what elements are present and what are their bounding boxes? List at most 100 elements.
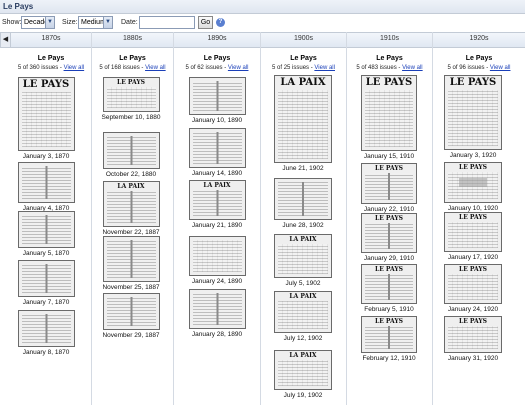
- issue-thumbnail[interactable]: [188, 289, 246, 329]
- issue-thumbnail[interactable]: LA PAIX: [274, 234, 332, 278]
- show-select[interactable]: Decade ▼: [21, 16, 55, 29]
- issue-thumbnail[interactable]: LA PAIX: [274, 291, 332, 333]
- issue-date-link[interactable]: January 14, 1890: [175, 170, 259, 177]
- page-text-lines: [278, 360, 328, 386]
- masthead-text: LA PAIX: [117, 183, 145, 190]
- masthead-text: LE PAYS: [375, 215, 403, 222]
- issue-date-link[interactable]: January 22, 1910: [347, 206, 431, 213]
- issue-count: 5 of 360 issues - View all: [11, 65, 91, 71]
- masthead-text: LA PAIX: [289, 236, 317, 243]
- issue-thumbnail[interactable]: [17, 310, 75, 347]
- issue-count-text: 5 of 483 issues -: [356, 65, 403, 71]
- view-all-link[interactable]: View all: [314, 65, 335, 71]
- issue-thumbnail[interactable]: LE PAYS: [361, 264, 417, 304]
- issue-thumbnail[interactable]: LE PAYS: [361, 163, 417, 204]
- issue-date-link[interactable]: January 7, 1870: [4, 299, 88, 306]
- issue-date-link[interactable]: June 28, 1902: [261, 222, 345, 229]
- issue-thumbnail[interactable]: [188, 236, 246, 276]
- issue-thumbnail[interactable]: [17, 211, 75, 248]
- page-text-lines: [278, 182, 328, 216]
- issue-thumbnail[interactable]: LE PAYS: [444, 212, 502, 252]
- masthead-text: LE PAYS: [459, 214, 487, 221]
- issue-thumbnail[interactable]: LE PAYS: [444, 162, 502, 203]
- issue-date-link[interactable]: July 5, 1902: [261, 280, 345, 287]
- left-arrow-icon[interactable]: ◀: [0, 32, 11, 48]
- issue-count-text: 5 of 96 issues -: [447, 65, 490, 71]
- issue-date-link[interactable]: February 12, 1910: [347, 355, 431, 362]
- masthead-text: LE PAYS: [375, 266, 403, 273]
- issue-thumbnail[interactable]: LE PAYS: [444, 75, 502, 150]
- issue-thumbnail[interactable]: LE PAYS: [361, 316, 417, 353]
- issue-date-link[interactable]: January 10, 1890: [175, 117, 259, 124]
- issue-date-link[interactable]: October 22, 1880: [89, 171, 173, 178]
- issue-date-link[interactable]: January 28, 1890: [175, 331, 259, 338]
- chevron-down-icon: ▼: [103, 17, 112, 28]
- page-text-lines: [365, 223, 413, 249]
- issue-date-link[interactable]: September 10, 1880: [89, 114, 173, 121]
- title-bar: Le Pays: [0, 0, 525, 14]
- page-text-lines: [192, 240, 242, 272]
- issue-date-link[interactable]: February 5, 1910: [347, 306, 431, 313]
- issue-thumbnail[interactable]: LA PAIX: [102, 181, 160, 227]
- issue-count: 5 of 25 issues - View all: [261, 65, 346, 71]
- issue-date-link[interactable]: January 24, 1920: [431, 306, 515, 313]
- issue-thumbnail[interactable]: LA PAIX: [274, 75, 332, 163]
- issue-thumbnail[interactable]: [102, 236, 160, 282]
- issue-thumbnail[interactable]: [102, 132, 160, 169]
- issue-thumbnail[interactable]: [274, 178, 332, 220]
- view-all-link[interactable]: View all: [64, 65, 85, 71]
- issue-thumbnail[interactable]: LE PAYS: [361, 213, 417, 253]
- decade-header: 1920s: [469, 35, 489, 42]
- issue-thumbnail[interactable]: LE PAYS: [444, 316, 502, 353]
- view-all-link[interactable]: View all: [402, 65, 423, 71]
- issue-date-link[interactable]: November 29, 1887: [89, 332, 173, 339]
- issue-thumbnail[interactable]: LA PAIX: [188, 180, 246, 220]
- issue-thumbnail[interactable]: LE PAYS: [444, 264, 502, 304]
- issue-date-link[interactable]: November 22, 1887: [89, 229, 173, 236]
- masthead-text: LE PAYS: [459, 266, 487, 273]
- go-button[interactable]: Go: [198, 16, 213, 29]
- decade-header: 1910s: [379, 35, 400, 42]
- issue-date-link[interactable]: January 21, 1890: [175, 222, 259, 229]
- masthead-text: LE PAYS: [459, 164, 487, 171]
- paper-name: Le Pays: [119, 55, 146, 62]
- issue-thumbnail[interactable]: LE PAYS: [102, 77, 160, 112]
- issue-date-link[interactable]: January 24, 1890: [175, 278, 259, 285]
- view-all-link[interactable]: View all: [228, 65, 249, 71]
- issue-date-link[interactable]: July 12, 1902: [261, 335, 345, 342]
- issue-date-link[interactable]: January 15, 1910: [347, 153, 431, 160]
- issue-date-link[interactable]: January 3, 1870: [4, 153, 88, 160]
- question-icon[interactable]: ?: [216, 18, 225, 27]
- issue-date-link[interactable]: July 19, 1902: [261, 392, 345, 399]
- issue-date-link[interactable]: January 5, 1870: [4, 250, 88, 257]
- view-all-link[interactable]: View all: [490, 65, 511, 71]
- page-title: Le Pays: [3, 2, 34, 11]
- issue-thumbnail[interactable]: LA PAIX: [274, 350, 332, 390]
- size-select[interactable]: Medium ▼: [78, 16, 113, 29]
- page-text-lines: [21, 215, 71, 244]
- view-all-link[interactable]: View all: [145, 65, 166, 71]
- masthead-text: LE PAYS: [375, 165, 403, 172]
- issue-date-link[interactable]: January 17, 1920: [431, 254, 515, 261]
- issue-date-link[interactable]: November 25, 1887: [89, 284, 173, 291]
- issue-thumbnail[interactable]: [188, 128, 246, 168]
- page-text-lines: [106, 191, 156, 223]
- issue-date-link[interactable]: June 21, 1902: [261, 165, 345, 172]
- issue-thumbnail[interactable]: [102, 293, 160, 330]
- issue-count: 5 of 483 issues - View all: [347, 65, 432, 71]
- date-input[interactable]: [139, 16, 195, 29]
- masthead-text: LA PAIX: [203, 182, 231, 189]
- issue-date-link[interactable]: January 10, 1920: [431, 205, 515, 212]
- issue-thumbnail[interactable]: [17, 260, 75, 297]
- issue-thumbnail[interactable]: LE PAYS: [17, 77, 75, 151]
- illustration-image: [459, 177, 487, 188]
- issue-thumbnail[interactable]: [17, 162, 75, 203]
- page-text-lines: [192, 190, 242, 216]
- page-text-lines: [192, 132, 242, 164]
- issue-date-link[interactable]: January 29, 1910: [347, 255, 431, 262]
- issue-date-link[interactable]: January 31, 1920: [431, 355, 515, 362]
- issue-date-link[interactable]: January 3, 1920: [431, 152, 515, 159]
- issue-date-link[interactable]: January 8, 1870: [4, 349, 88, 356]
- issue-thumbnail[interactable]: [188, 77, 246, 115]
- issue-thumbnail[interactable]: LE PAYS: [361, 75, 417, 151]
